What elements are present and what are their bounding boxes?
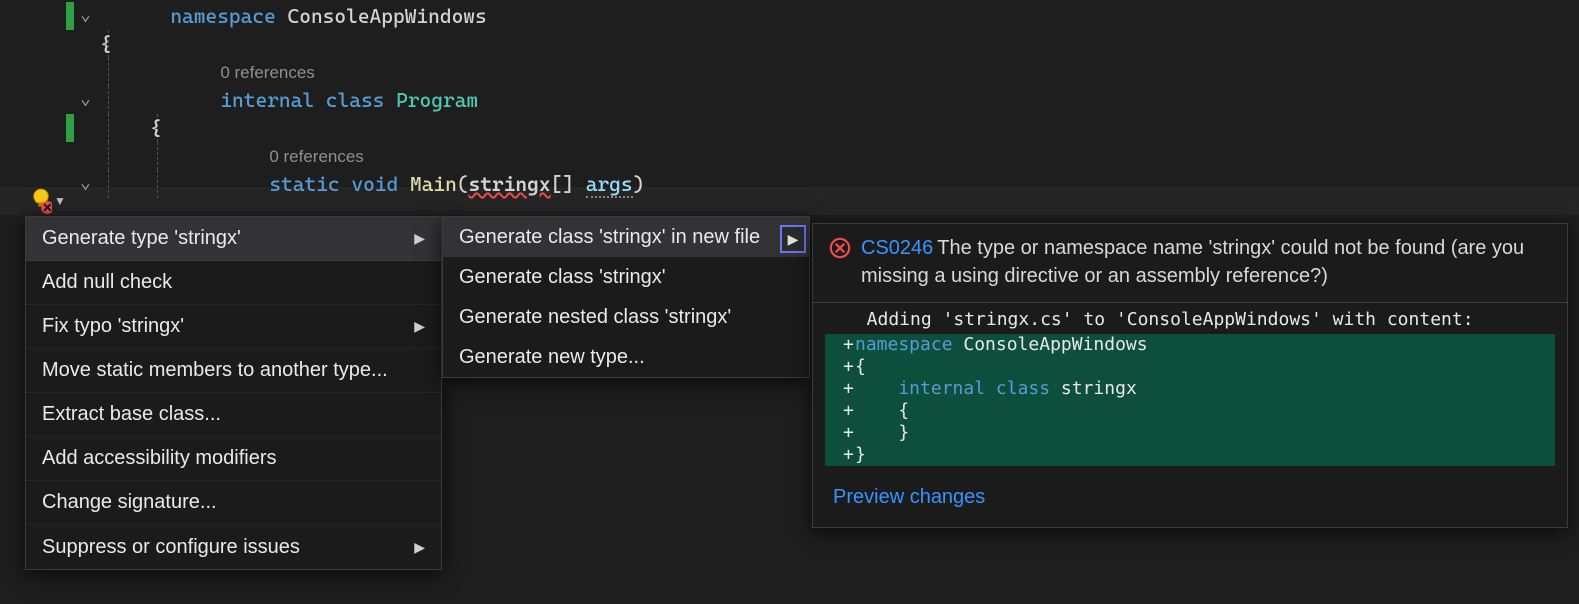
preview-changes-link[interactable]: Preview changes — [813, 466, 1567, 515]
error-text: CS0246The type or namespace name 'string… — [861, 234, 1549, 290]
chevron-down-icon: ▼ — [54, 194, 66, 208]
class-name: Program — [396, 88, 478, 112]
quick-actions-menu: Generate type 'stringx' ▶ Add null check… — [25, 216, 442, 570]
menu-item-fix-typo[interactable]: Fix typo 'stringx' ▶ — [26, 305, 441, 349]
diff-header: Adding 'stringx.cs' to 'ConsoleAppWindow… — [825, 303, 1555, 334]
menu-item-extract-base-class[interactable]: Extract base class... — [26, 393, 441, 437]
diff-line: +{ — [825, 356, 1555, 378]
chevron-right-icon: ▶ — [414, 230, 425, 247]
menu-item-label: Add null check — [42, 271, 425, 294]
quick-action-lightbulb[interactable]: ▼ — [30, 186, 66, 216]
menu-item-suppress-configure[interactable]: Suppress or configure issues ▶ — [26, 525, 441, 569]
menu-item-change-signature[interactable]: Change signature... — [26, 481, 441, 525]
diff-line: + internal class stringx — [825, 378, 1555, 400]
keyword-class: class — [326, 88, 396, 112]
submenu-item-generate-class-new-file[interactable]: Generate class 'stringx' in new file — [443, 217, 809, 257]
diff-line: +} — [825, 444, 1555, 466]
submenu-item-generate-nested-class[interactable]: Generate nested class 'stringx' — [443, 297, 809, 337]
menu-item-label: Add accessibility modifiers — [42, 447, 425, 470]
menu-item-add-accessibility[interactable]: Add accessibility modifiers — [26, 437, 441, 481]
submenu-item-generate-new-type[interactable]: Generate new type... — [443, 337, 809, 377]
menu-item-add-null-check[interactable]: Add null check — [26, 261, 441, 305]
preview-diff: Adding 'stringx.cs' to 'ConsoleAppWindow… — [825, 303, 1555, 466]
menu-item-label: Extract base class... — [42, 403, 425, 426]
menu-item-label: Generate new type... — [459, 346, 793, 369]
paren-close: ) — [633, 172, 645, 196]
namespace-name: ConsoleAppWindows — [288, 4, 487, 28]
menu-item-label: Change signature... — [42, 491, 425, 514]
menu-item-move-static-members[interactable]: Move static members to another type... — [26, 349, 441, 393]
keyword-static: static — [269, 172, 351, 196]
menu-item-label: Suppress or configure issues — [42, 536, 406, 559]
keyword-internal: internal — [220, 88, 325, 112]
quick-action-preview-panel: CS0246The type or namespace name 'string… — [812, 223, 1568, 528]
quick-actions-submenu: Generate class 'stringx' in new file Gen… — [442, 216, 810, 378]
modification-bar — [66, 114, 74, 142]
diff-line: + } — [825, 422, 1555, 444]
submenu-item-generate-class[interactable]: Generate class 'stringx' — [443, 257, 809, 297]
keyword-void: void — [351, 172, 410, 196]
menu-item-label: Fix typo 'stringx' — [42, 315, 406, 338]
code-editor[interactable]: ⌄ namespace ConsoleAppWindows { 0 refere… — [0, 0, 1579, 198]
diff-line: + { — [825, 400, 1555, 422]
array-brackets: [] — [551, 172, 586, 196]
menu-item-label: Generate nested class 'stringx' — [459, 306, 793, 329]
paren-open: ( — [457, 172, 469, 196]
diff-body: +namespace ConsoleAppWindows +{ + intern… — [825, 334, 1555, 466]
error-message: The type or namespace name 'stringx' cou… — [861, 237, 1524, 287]
chevron-right-icon: ▶ — [414, 318, 425, 335]
preview-error-row: CS0246The type or namespace name 'string… — [813, 224, 1567, 303]
menu-item-label: Move static members to another type... — [42, 359, 425, 382]
lightbulb-error-icon — [30, 186, 52, 216]
error-code[interactable]: CS0246 — [861, 237, 933, 259]
diff-line: +namespace ConsoleAppWindows — [825, 334, 1555, 356]
menu-item-label: Generate type 'stringx' — [42, 227, 406, 250]
error-type-token: stringx — [469, 172, 551, 196]
chevron-right-icon: ▶ — [414, 539, 425, 556]
error-icon — [829, 237, 851, 259]
param-args: args — [586, 172, 633, 198]
menu-item-label: Generate class 'stringx' — [459, 266, 793, 289]
modification-bar — [66, 2, 74, 30]
method-name: Main — [410, 172, 457, 196]
keyword-namespace: namespace — [170, 4, 287, 28]
menu-item-generate-type[interactable]: Generate type 'stringx' ▶ — [26, 217, 441, 261]
menu-item-label: Generate class 'stringx' in new file — [459, 226, 793, 249]
submenu-expand-indicator[interactable]: ▶ — [780, 225, 806, 253]
